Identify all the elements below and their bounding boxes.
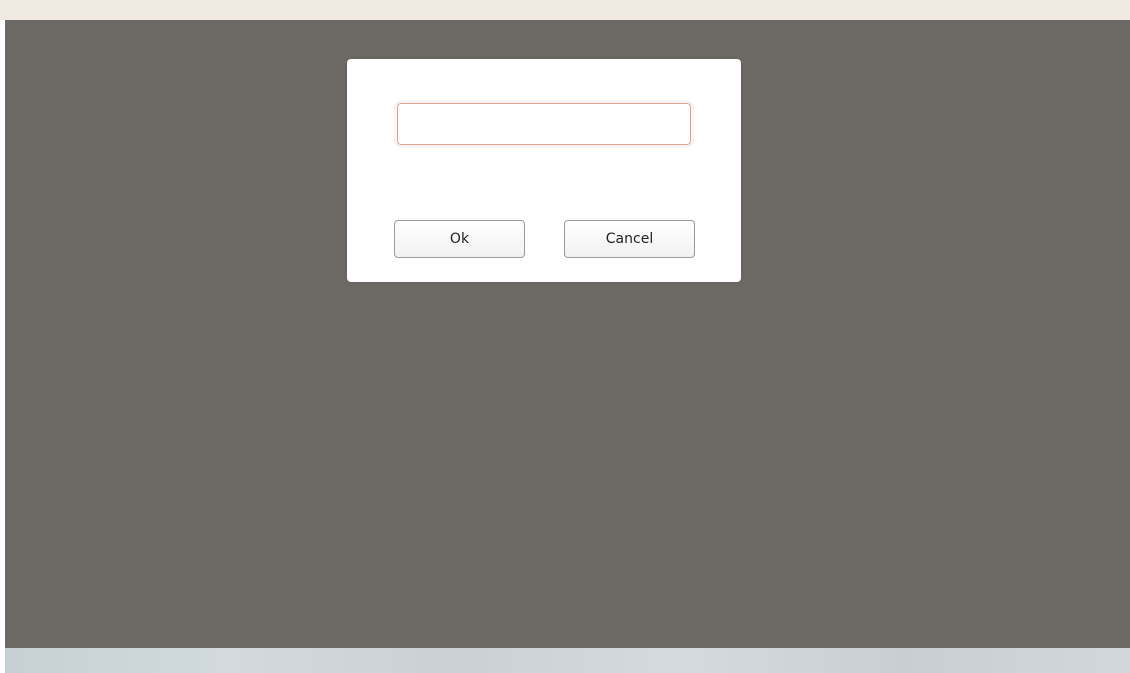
cancel-button[interactable]: Cancel bbox=[564, 220, 695, 258]
prompt-text-input[interactable] bbox=[397, 103, 691, 145]
background-page-strip bbox=[5, 648, 1130, 673]
ok-button[interactable]: Ok bbox=[394, 220, 525, 258]
top-bar bbox=[0, 0, 1130, 20]
prompt-dialog: Ok Cancel bbox=[347, 59, 741, 282]
